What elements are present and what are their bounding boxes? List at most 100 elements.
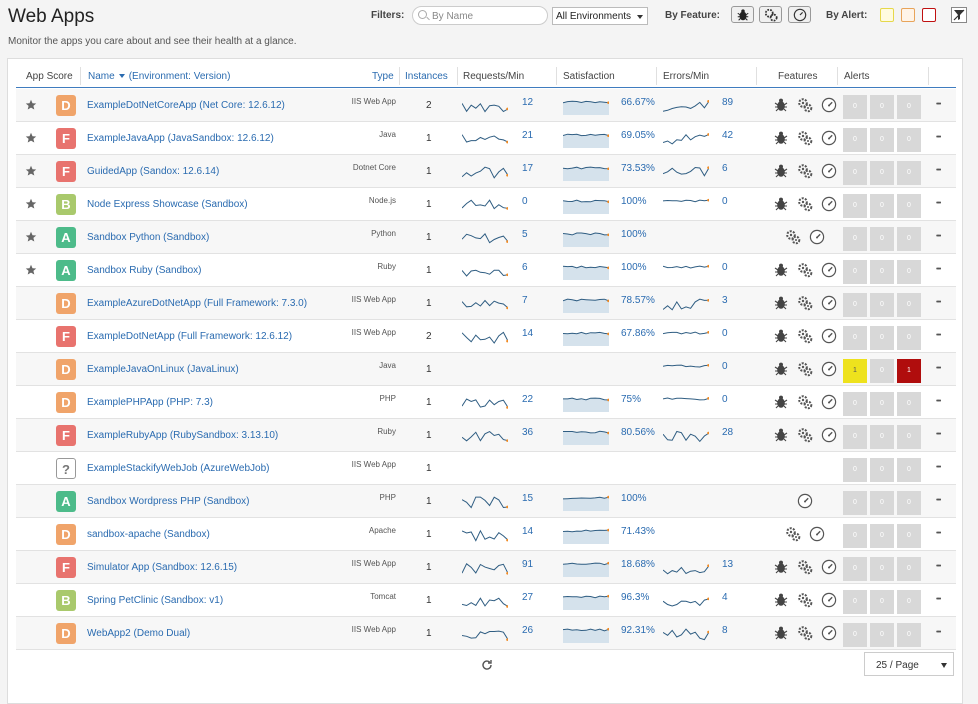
satisfaction-value[interactable]: 75% [621,394,641,405]
requests-per-min[interactable]: 14 [522,526,533,537]
alert-count-box[interactable]: 0 [897,95,921,119]
more-options-icon[interactable]: ••• [936,101,941,108]
bug-icon[interactable] [773,394,789,410]
gears-icon[interactable] [785,229,801,245]
alert-count-box[interactable]: 0 [870,359,894,383]
bug-icon[interactable] [773,625,789,641]
more-options-icon[interactable]: ••• [936,233,941,240]
gears-icon[interactable] [797,262,813,278]
gauge-icon[interactable] [821,163,837,179]
more-options-icon[interactable]: ••• [936,299,941,306]
alert-count-box[interactable]: 0 [897,623,921,647]
errors-per-min[interactable]: 13 [722,559,733,570]
alert-count-box[interactable]: 0 [870,392,894,416]
table-row[interactable]: D ExampleJavaOnLinux (JavaLinux) Java 1 0 1 0 1… [16,353,956,386]
alert-count-box[interactable]: 0 [843,491,867,515]
alert-count-box[interactable]: 0 [897,161,921,185]
table-row[interactable]: A Sandbox Ruby (Sandbox) Ruby 1 6 100% 0 0 0 0 ••• [16,254,956,287]
gauge-icon[interactable] [821,361,837,377]
bug-icon[interactable] [773,361,789,377]
more-options-icon[interactable]: ••• [936,266,941,273]
errors-per-min[interactable]: 0 [722,361,728,372]
satisfaction-value[interactable]: 69.05% [621,130,655,141]
gauge-icon[interactable] [821,130,837,146]
alert-filter-minor[interactable] [901,8,915,22]
satisfaction-value[interactable]: 73.53% [621,163,655,174]
alert-count-box[interactable]: 1 [897,359,921,383]
satisfaction-value[interactable]: 92.31% [621,625,655,636]
gauge-icon[interactable] [809,526,825,542]
gauge-icon[interactable] [821,625,837,641]
requests-per-min[interactable]: 12 [522,97,533,108]
alert-count-box[interactable]: 0 [843,260,867,284]
gears-icon[interactable] [785,526,801,542]
more-options-icon[interactable]: ••• [936,464,941,471]
alert-count-box[interactable]: 0 [870,491,894,515]
requests-per-min[interactable]: 22 [522,394,533,405]
environment-select[interactable]: All Environments [552,7,648,25]
table-row[interactable]: B Spring PetClinic (Sandbox: v1) Tomcat 1 27… [16,584,956,617]
app-name-link[interactable]: ExampleDotNetApp (Full Framework: 12.6.1… [87,331,292,342]
gauge-icon[interactable] [821,97,837,113]
more-options-icon[interactable]: ••• [936,563,941,570]
alert-count-box[interactable]: 0 [870,95,894,119]
alert-filter-critical[interactable] [922,8,936,22]
table-row[interactable]: F ExampleRubyApp (RubySandbox: 3.13.10) Ru… [16,419,956,452]
search-input[interactable] [432,9,542,23]
alert-count-box[interactable]: 0 [843,557,867,581]
favorite-star-icon[interactable] [25,198,37,210]
more-options-icon[interactable]: ••• [936,530,941,537]
page-size-select[interactable]: 25 / Page [864,652,954,676]
gauge-icon[interactable] [797,493,813,509]
table-row[interactable]: D ExampleDotNetCoreApp (Net Core: 12.6.12… [16,89,956,122]
table-row[interactable]: A Sandbox Wordpress PHP (Sandbox) PHP 1 15 10… [16,485,956,518]
alert-count-box[interactable]: 0 [843,458,867,482]
app-name-link[interactable]: ExampleJavaOnLinux (JavaLinux) [87,364,239,375]
app-name-link[interactable]: Sandbox Python (Sandbox) [87,232,209,243]
app-name-link[interactable]: WebApp2 (Demo Dual) [87,628,190,639]
favorite-star-icon[interactable] [25,165,37,177]
gears-icon[interactable] [797,361,813,377]
errors-per-min[interactable]: 42 [722,130,733,141]
app-name-link[interactable]: sandbox-apache (Sandbox) [87,529,210,540]
alert-count-box[interactable]: 0 [843,227,867,251]
errors-per-min[interactable]: 28 [722,427,733,438]
gauge-icon[interactable] [821,427,837,443]
filter-errors-button[interactable] [731,6,754,23]
alert-count-box[interactable]: 0 [843,128,867,152]
bug-icon[interactable] [773,559,789,575]
bug-icon[interactable] [773,130,789,146]
alert-count-box[interactable]: 0 [870,293,894,317]
satisfaction-value[interactable]: 100% [621,493,647,504]
table-row[interactable]: D WebApp2 (Demo Dual) IIS Web App 1 26 92.31%… [16,617,956,650]
alert-count-box[interactable]: 0 [843,590,867,614]
alert-count-box[interactable]: 0 [897,590,921,614]
alert-count-box[interactable]: 0 [843,326,867,350]
requests-per-min[interactable]: 36 [522,427,533,438]
gauge-icon[interactable] [821,196,837,212]
table-row[interactable]: ? ExampleStackifyWebJob (AzureWebJob) IIS … [16,452,956,485]
app-name-link[interactable]: ExamplePHPApp (PHP: 7.3) [87,397,213,408]
requests-per-min[interactable]: 7 [522,295,528,306]
bug-icon[interactable] [773,427,789,443]
alert-count-box[interactable]: 0 [843,194,867,218]
alert-count-box[interactable]: 0 [897,293,921,317]
alert-filter-warning[interactable] [880,8,894,22]
alert-count-box[interactable]: 0 [897,392,921,416]
app-name-link[interactable]: Sandbox Ruby (Sandbox) [87,265,202,276]
alert-count-box[interactable]: 0 [870,425,894,449]
errors-per-min[interactable]: 4 [722,592,728,603]
alert-count-box[interactable]: 0 [897,524,921,548]
app-name-link[interactable]: Spring PetClinic (Sandbox: v1) [87,595,223,606]
app-name-link[interactable]: GuidedApp (Sandox: 12.6.14) [87,166,219,177]
gears-icon[interactable] [797,559,813,575]
bug-icon[interactable] [773,592,789,608]
more-options-icon[interactable]: ••• [936,332,941,339]
more-options-icon[interactable]: ••• [936,365,941,372]
gears-icon[interactable] [797,328,813,344]
alert-count-box[interactable]: 0 [870,194,894,218]
app-name-link[interactable]: Node Express Showcase (Sandbox) [87,199,248,210]
favorite-star-icon[interactable] [25,132,37,144]
requests-per-min[interactable]: 5 [522,229,528,240]
alert-count-box[interactable]: 0 [897,491,921,515]
